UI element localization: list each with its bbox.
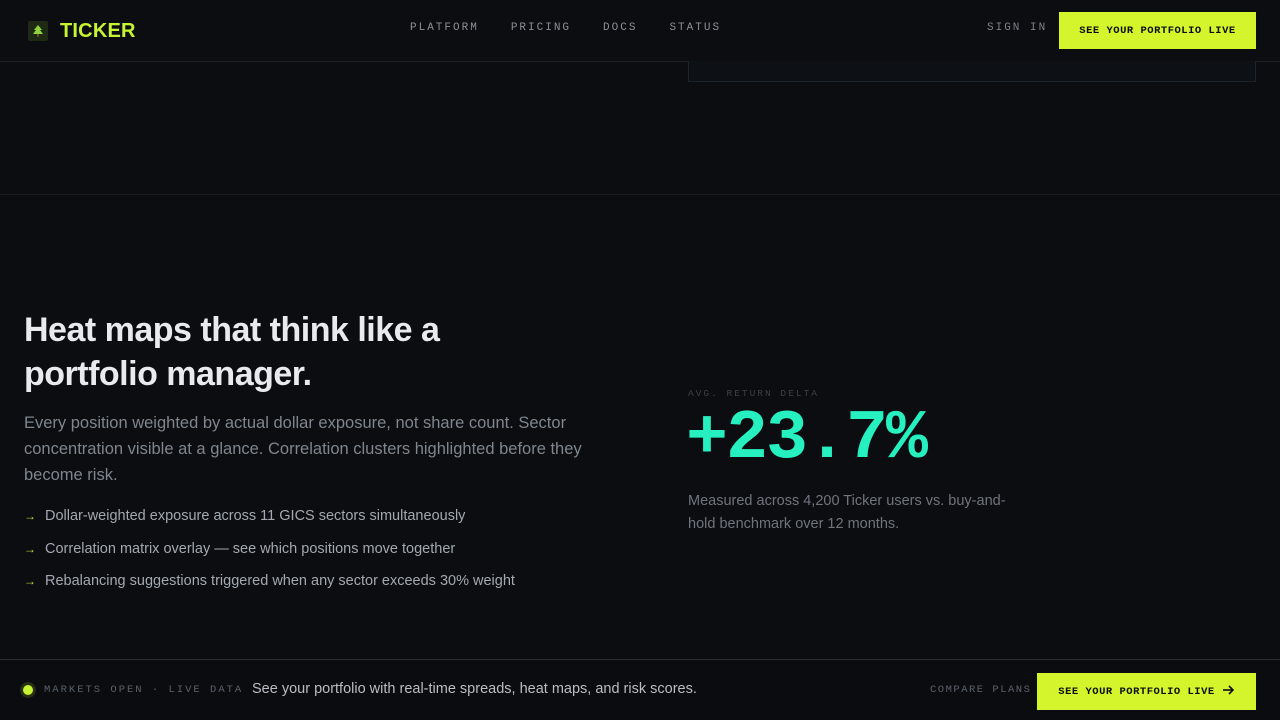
feature-item: → Dollar-weighted exposure across 11 GIC… — [24, 506, 584, 526]
arrow-right-icon: → — [24, 509, 36, 523]
see-portfolio-button[interactable]: SEE YOUR PORTFOLIO LIVE — [1059, 12, 1256, 49]
sign-in-link[interactable]: SIGN IN — [987, 22, 1047, 34]
nav-link-docs[interactable]: DOCS — [603, 22, 637, 34]
live-status-dot — [23, 685, 33, 695]
nav-link-status[interactable]: STATUS — [669, 22, 721, 34]
arrow-right-icon — [1222, 684, 1235, 699]
arrow-right-icon: → — [24, 574, 36, 588]
section-divider — [0, 194, 1280, 195]
stat-note: Measured across 4,200 Ticker users vs. b… — [688, 493, 1006, 532]
feature-text: Rebalancing suggestions triggered when a… — [45, 573, 515, 589]
feature-text: Dollar-weighted exposure across 11 GICS … — [45, 508, 466, 524]
market-status: MARKETS OPEN · LIVE DATA — [44, 684, 244, 696]
feature-text: Correlation matrix overlay — see which p… — [45, 540, 456, 557]
brand-name: TICKER — [60, 19, 136, 42]
top-nav: TICKER PLATFORM PRICING DOCS STATUS SIGN… — [0, 0, 1280, 62]
tree-icon — [28, 21, 48, 41]
feature-item: → Correlation matrix overlay — see which… — [24, 539, 584, 559]
sticky-bottom-bar: MARKETS OPEN · LIVE DATA See your portfo… — [0, 659, 1280, 720]
preview-panel-edge — [688, 61, 1256, 82]
bottom-message: See your portfolio with real-time spread… — [252, 681, 697, 697]
nav-link-pricing[interactable]: PRICING — [511, 22, 571, 34]
logo[interactable]: TICKER — [28, 19, 136, 43]
section-headline: Heat maps that think like a portfolio ma… — [24, 311, 440, 393]
stat-label: AVG. RETURN DELTA — [688, 388, 819, 399]
feature-item: → Rebalancing suggestions triggered when… — [24, 571, 584, 591]
arrow-right-icon: → — [24, 541, 36, 556]
feature-list: → Dollar-weighted exposure across 11 GIC… — [24, 506, 584, 604]
cta-label: SEE YOUR PORTFOLIO LIVE — [1058, 685, 1215, 698]
see-portfolio-bottom-button[interactable]: SEE YOUR PORTFOLIO LIVE — [1037, 673, 1256, 710]
nav-links: PLATFORM PRICING DOCS STATUS — [410, 22, 721, 34]
stat-value: +23.7% — [686, 400, 928, 479]
section-description: Every position weighted by actual dollar… — [24, 414, 582, 484]
compare-plans-link[interactable]: COMPARE PLANS — [930, 684, 1031, 696]
nav-link-platform[interactable]: PLATFORM — [410, 22, 479, 34]
